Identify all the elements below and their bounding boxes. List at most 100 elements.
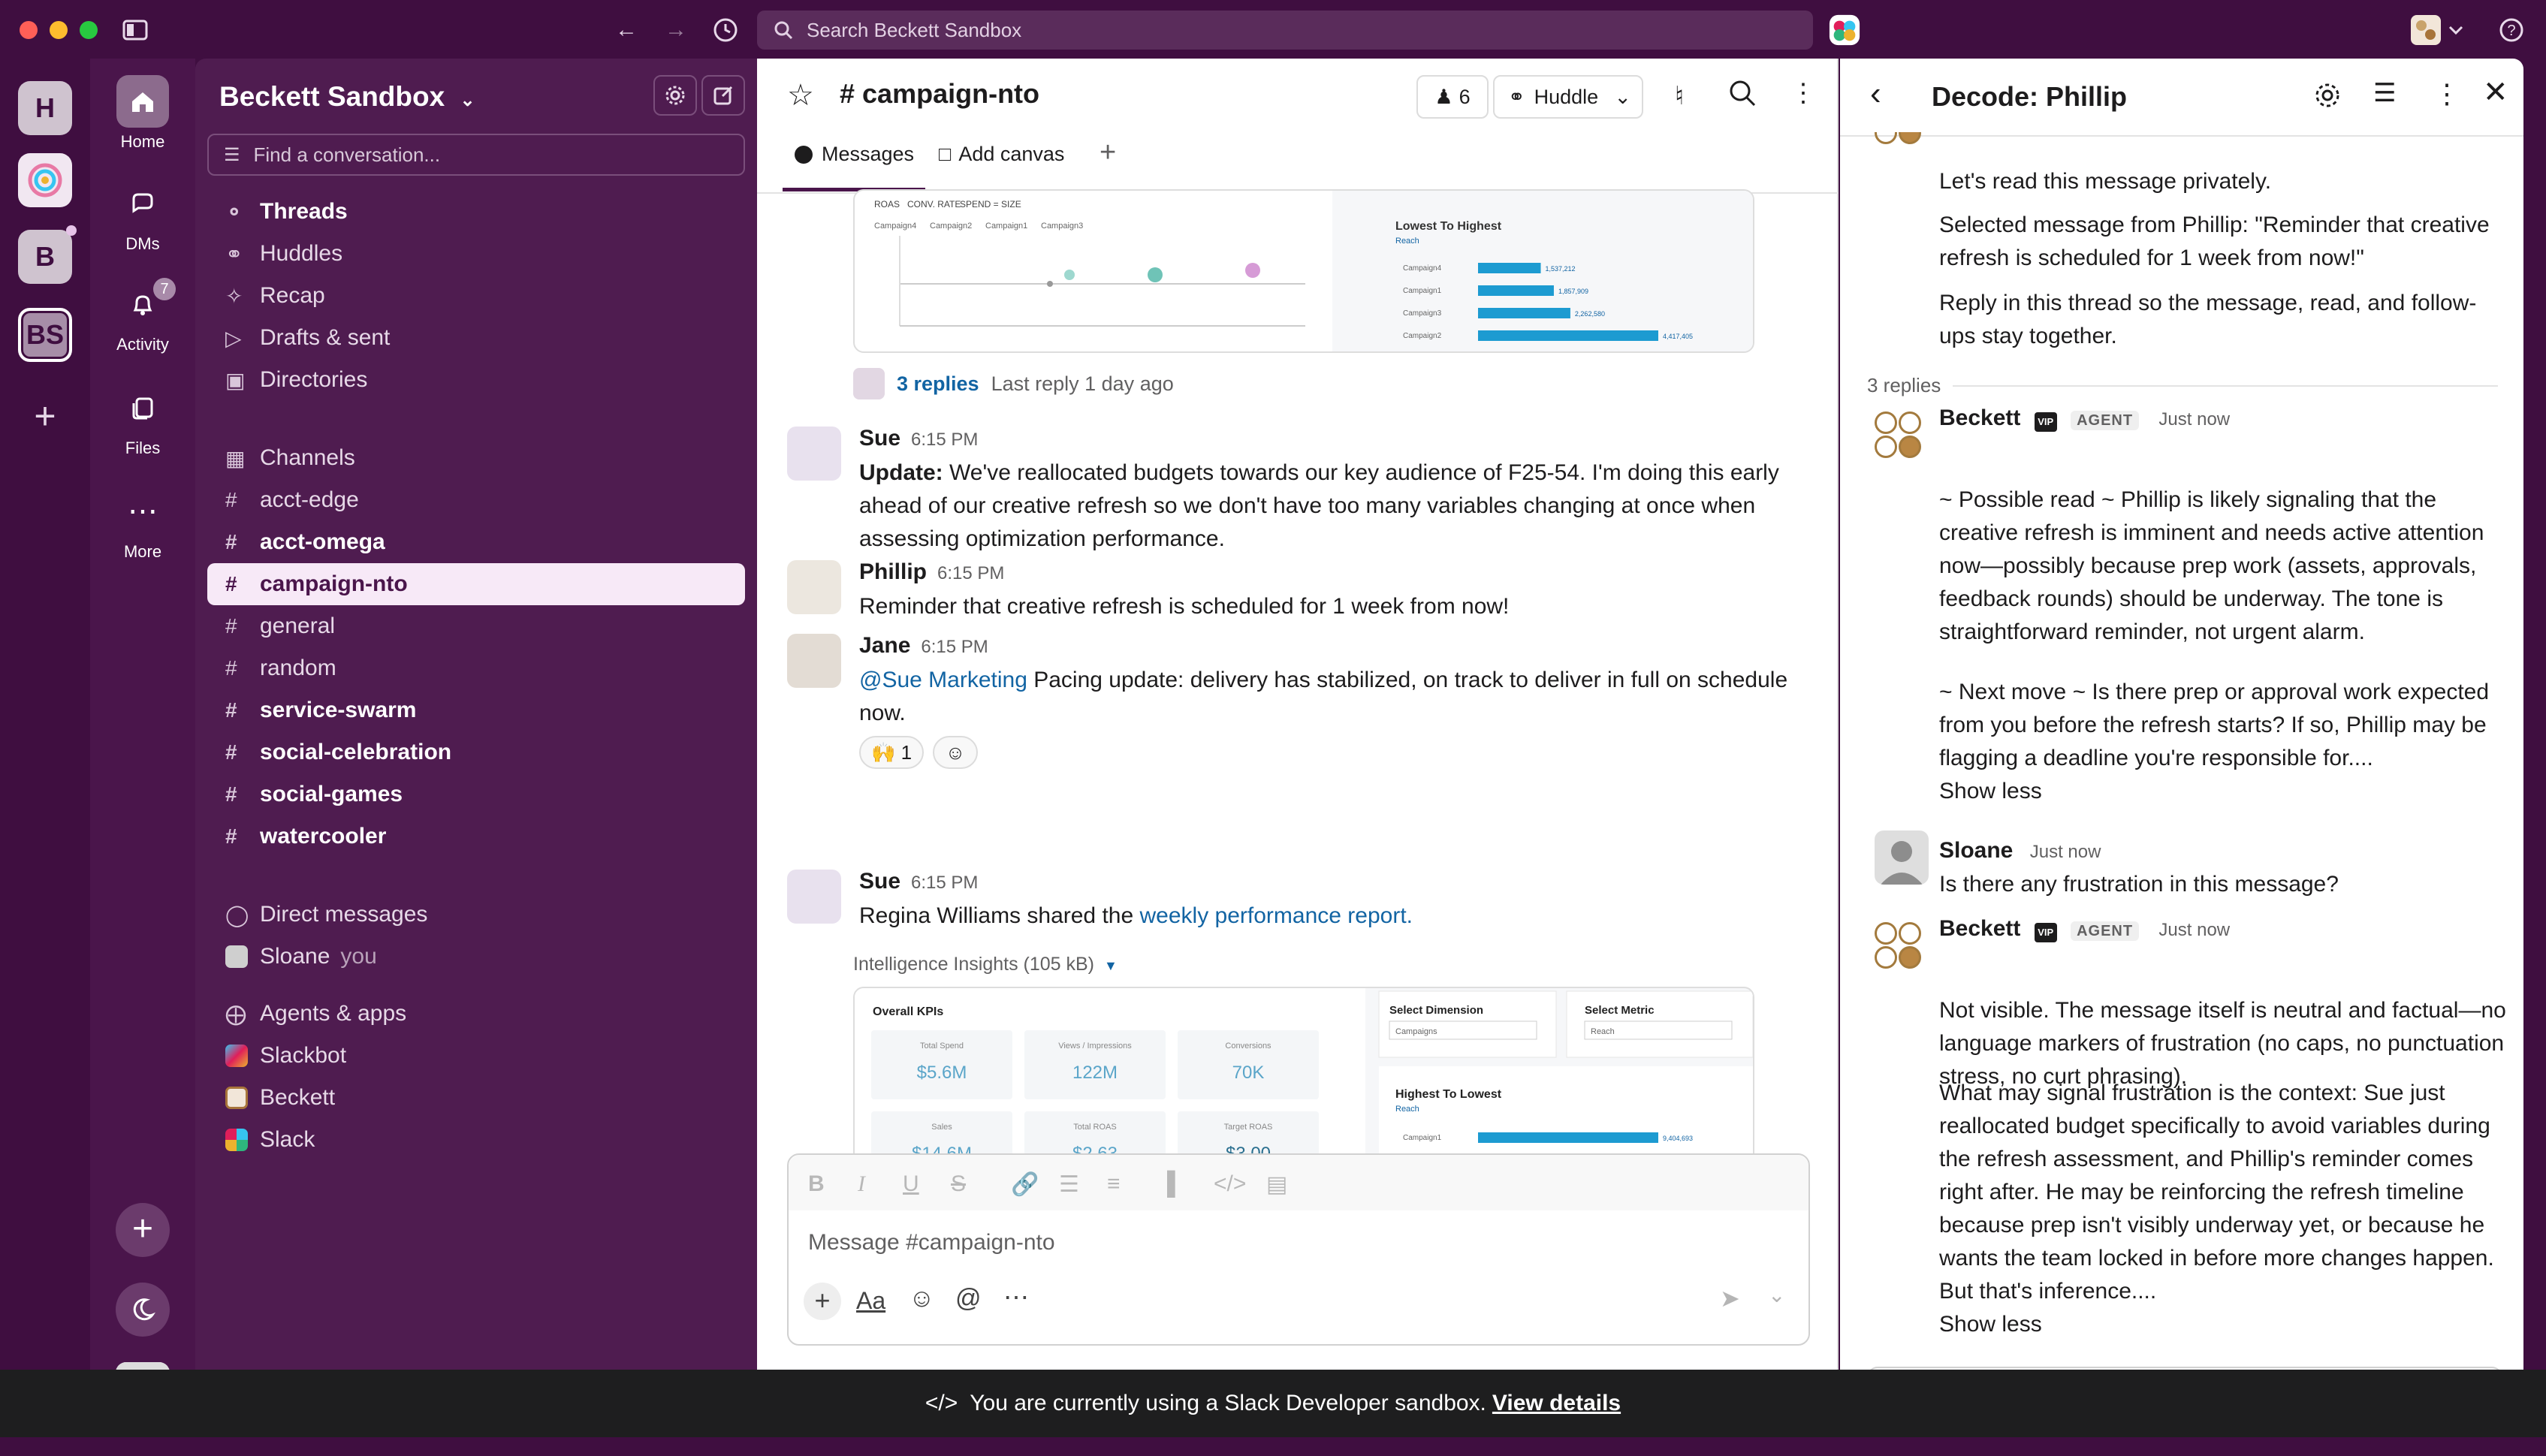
message-author[interactable]: Jane <box>859 633 910 658</box>
reply-time[interactable]: Just now <box>2158 920 2230 940</box>
composer-placeholder[interactable]: Message #campaign-nto <box>808 1230 1055 1256</box>
sidebar-channel-general[interactable]: # general <box>207 605 745 647</box>
find-conversation-input[interactable]: ☰ Find a conversation... <box>207 134 745 176</box>
reaction-raised-hands[interactable]: 🙌 1 <box>859 736 925 769</box>
nav-files[interactable]: Files <box>90 381 195 458</box>
search-icon[interactable] <box>1727 78 1757 112</box>
nav-more[interactable]: ⋯ More <box>90 485 195 562</box>
channels-section-header[interactable]: ▦ Channels <box>207 437 745 479</box>
emoji-icon[interactable]: ☺ <box>909 1284 935 1313</box>
sidebar-dm-sloane[interactable]: Sloane you <box>207 936 745 978</box>
message-composer[interactable]: B I U S 🔗 ☰ ≡ ▌ </> ▤ Message #campaign-… <box>787 1153 1810 1346</box>
avatar-sue[interactable] <box>787 427 841 481</box>
mention-icon[interactable]: @ <box>955 1284 982 1313</box>
add-tab-icon[interactable]: + <box>1100 137 1116 169</box>
add-reaction-icon[interactable]: ☺ <box>933 736 979 769</box>
chevron-down-icon[interactable]: ⌄ <box>1614 86 1631 109</box>
beckett-avatar[interactable] <box>1875 922 1923 970</box>
sidebar-channel-random[interactable]: # random <box>207 647 745 689</box>
kebab-menu-icon[interactable]: ⋮ <box>1790 78 1816 108</box>
sidebar-channel-watercooler[interactable]: # watercooler <box>207 815 745 858</box>
sidebar-app-slackbot[interactable]: Slackbot <box>207 1035 745 1077</box>
message-author[interactable]: Sue <box>859 426 900 451</box>
sidebar-app-beckett[interactable]: Beckett <box>207 1077 745 1119</box>
members-button[interactable]: ♟ 6 <box>1416 75 1489 119</box>
gear-icon[interactable] <box>2313 81 2342 113</box>
kebab-menu-icon[interactable]: ⋮ <box>2433 78 2460 110</box>
bold-icon[interactable]: B <box>808 1171 825 1197</box>
close-icon[interactable]: ✕ <box>2483 75 2508 110</box>
sidebar-item-drafts[interactable]: ▷ Drafts & sent <box>207 317 745 359</box>
beckett-avatar[interactable] <box>1875 411 1923 460</box>
message-time[interactable]: 6:15 PM <box>911 873 978 893</box>
sidebar-item-threads[interactable]: ⚬ Threads <box>207 191 745 233</box>
huddle-button[interactable]: ⚭ Huddle ⌄ <box>1493 75 1643 119</box>
star-icon[interactable]: ☆ <box>787 78 814 113</box>
bullet-list-icon[interactable]: ≡ <box>1107 1171 1121 1197</box>
add-workspace-button[interactable]: + <box>18 389 72 443</box>
sidebar-toggle-icon[interactable] <box>119 14 152 47</box>
back-arrow-icon[interactable]: ← <box>610 14 643 47</box>
nav-activity[interactable]: 7 Activity <box>90 278 195 354</box>
avatar-phillip[interactable] <box>787 560 841 614</box>
blockquote-icon[interactable]: ▌ <box>1167 1171 1183 1197</box>
close-window-button[interactable] <box>20 21 38 39</box>
strikethrough-icon[interactable]: S <box>951 1171 966 1197</box>
sidebar-channel-social-celebration[interactable]: # social-celebration <box>207 731 745 773</box>
code-icon[interactable]: </> <box>1214 1171 1246 1197</box>
more-actions-icon[interactable]: ⋯ <box>1003 1283 1029 1313</box>
nav-home[interactable]: Home <box>90 75 195 152</box>
search-bar[interactable]: Search Beckett Sandbox <box>757 11 1813 50</box>
minimize-window-button[interactable] <box>50 21 68 39</box>
history-icon[interactable] <box>709 14 742 47</box>
message-author[interactable]: Phillip <box>859 559 927 584</box>
back-chevron-icon[interactable]: ‹ <box>1870 75 1881 113</box>
add-attachment-icon[interactable]: + <box>804 1283 841 1320</box>
notifications-icon[interactable]: ♮ <box>1675 81 1684 111</box>
workspace-color-logo[interactable] <box>18 153 72 207</box>
sidebar-channel-social-games[interactable]: # social-games <box>207 773 745 815</box>
workspace-b[interactable]: B <box>18 230 72 284</box>
help-icon[interactable]: ? <box>2495 14 2528 47</box>
forward-arrow-icon[interactable]: → <box>659 14 692 47</box>
ordered-list-icon[interactable]: ☰ <box>1059 1171 1079 1198</box>
thread-replies-link[interactable]: 3 replies <box>897 372 979 396</box>
compose-button[interactable] <box>701 75 745 116</box>
attachment-label[interactable]: Intelligence Insights (105 kB) ▼ <box>853 954 1118 975</box>
sloane-avatar[interactable] <box>1875 830 1929 885</box>
send-options-icon[interactable]: ⌄ <box>1768 1283 1785 1307</box>
reply-author[interactable]: Beckett <box>1939 405 2020 430</box>
user-mention[interactable]: @Sue Marketing <box>859 668 1027 692</box>
apps-section-header[interactable]: ⨁ Agents & apps <box>207 993 745 1035</box>
sidebar-channel-campaign-nto[interactable]: # campaign-nto <box>207 563 745 605</box>
sidebar-app-slack[interactable]: Slack <box>207 1119 745 1161</box>
italic-icon[interactable]: I <box>858 1171 865 1197</box>
view-details-link[interactable]: View details <box>1492 1391 1621 1416</box>
workspace-name-menu[interactable]: Beckett Sandbox ⌄ <box>219 81 475 113</box>
message-author[interactable]: Sue <box>859 869 900 894</box>
send-icon[interactable]: ➤ <box>1720 1284 1740 1313</box>
reply-time[interactable]: Just now <box>2158 409 2230 430</box>
zoom-window-button[interactable] <box>80 21 98 39</box>
nav-dms[interactable]: DMs <box>90 177 195 254</box>
sidebar-channel-acct-omega[interactable]: # acct-omega <box>207 521 745 563</box>
underline-icon[interactable]: U <box>903 1171 919 1197</box>
avatar-sue[interactable] <box>787 870 841 924</box>
settings-button[interactable] <box>653 75 697 116</box>
checklist-icon[interactable]: ☰ <box>2373 78 2396 108</box>
sidebar-item-huddles[interactable]: ⚭ Huddles <box>207 233 745 275</box>
message-time[interactable]: 6:15 PM <box>921 637 988 657</box>
workspace-bs[interactable]: BS <box>18 308 72 362</box>
text-format-icon[interactable]: Aa <box>856 1287 885 1315</box>
sidebar-item-recap[interactable]: ✧ Recap <box>207 275 745 317</box>
slackbot-app-icon[interactable] <box>1828 14 1861 47</box>
report-preview-top[interactable]: ROAS CONV. RATE SPEND = SIZE Campaign4 C… <box>853 189 1754 353</box>
tab-messages[interactable]: Messages <box>795 143 914 166</box>
thread-replies-row[interactable]: 3 replies Last reply 1 day ago <box>853 368 1174 399</box>
tab-add-canvas[interactable]: □ Add canvas <box>939 143 1064 166</box>
link-icon[interactable]: 🔗 <box>1011 1171 1039 1198</box>
reply-time[interactable]: Just now <box>2030 842 2101 862</box>
dark-mode-icon[interactable] <box>116 1283 170 1337</box>
message-time[interactable]: 6:15 PM <box>911 430 978 450</box>
workspace-h[interactable]: H <box>18 81 72 135</box>
